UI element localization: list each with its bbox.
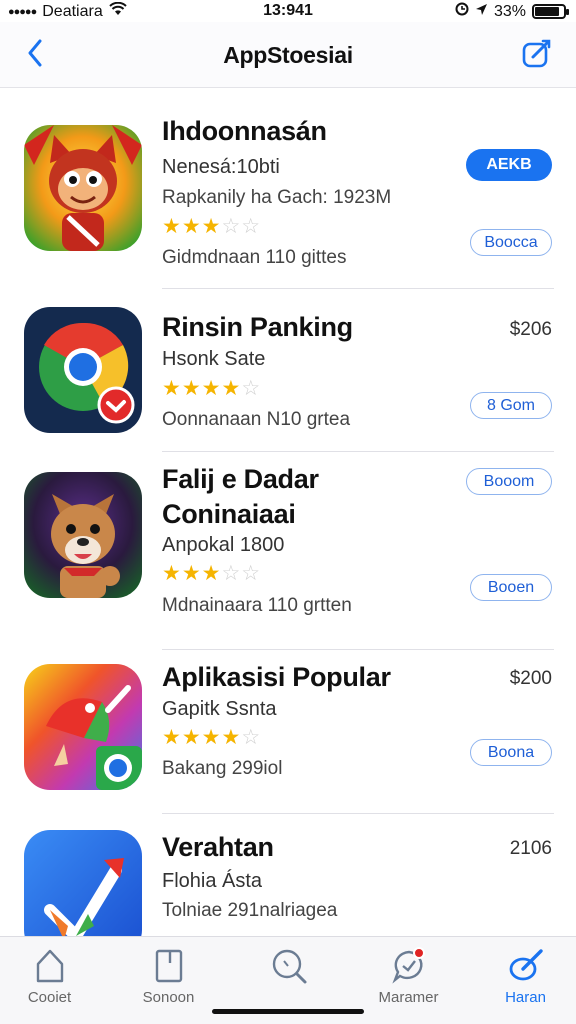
compose-icon[interactable] — [520, 36, 554, 70]
page-title: AppStoesiai — [223, 42, 353, 68]
fox-game-icon[interactable] — [24, 472, 142, 598]
app-name-line2: Coninaiaai — [162, 499, 296, 529]
alarm-icon — [455, 2, 469, 21]
monkey-game-icon[interactable] — [24, 125, 142, 251]
top-button[interactable]: Booom — [466, 468, 552, 495]
app-subtitle: Flohia Ásta — [162, 870, 263, 892]
app-meta: Rapkanily ha Gach: 1923M — [162, 187, 392, 208]
price-label: 2106 — [509, 838, 552, 859]
app-subtitle: Hsonk Sate — [162, 348, 266, 370]
tab-label: Haran — [505, 989, 546, 1006]
arrow-app-icon[interactable] — [24, 830, 142, 936]
app-meta: Bakang 299iol — [162, 758, 283, 779]
star-filled-icon: ★★★★ — [162, 377, 242, 400]
star-empty-icon: ☆☆ — [221, 562, 262, 585]
home-indicator — [212, 1009, 364, 1014]
secondary-button[interactable]: 8 Gom — [470, 392, 552, 419]
rating-stars: ★★★☆☆ — [162, 562, 261, 586]
app-name: Rinsin Panking — [162, 312, 353, 342]
tab-documents[interactable]: Sonoon — [111, 945, 226, 1006]
price-label: $206 — [509, 319, 552, 340]
tab-label: Maramer — [378, 989, 439, 1006]
app-name: Falij e Dadar — [162, 464, 319, 494]
tab-label: Cooiet — [27, 989, 72, 1006]
app-name: Verahtan — [162, 832, 274, 862]
tab-haran[interactable]: Haran — [468, 945, 576, 1006]
app-subtitle: Gapitk Ssnta — [162, 698, 277, 720]
review-count: Gidmdnaan 110 gittes — [162, 247, 347, 268]
secondary-button[interactable]: Boocca — [470, 229, 552, 256]
app-list: Ihdoonnasán Nenesá:10bti Rapkanily ha Ga… — [0, 88, 576, 936]
home-icon — [30, 945, 70, 987]
document-icon — [149, 945, 189, 987]
review-count: Oonnanaan N10 grtea — [162, 409, 351, 430]
list-item[interactable]: Verahtan Flohia Ásta Tolniae 291nalriage… — [0, 814, 576, 936]
status-right: 33% — [455, 2, 569, 21]
location-icon — [475, 3, 488, 21]
status-bar: ●●●●● Deatiara 13:941 33% — [0, 0, 576, 22]
color-bird-icon[interactable] — [24, 664, 142, 790]
tab-bar: Cooiet Sonoon Maramer Haran — [0, 936, 576, 1024]
get-button[interactable]: AEKB — [466, 149, 552, 181]
search-icon — [269, 945, 309, 987]
list-item[interactable]: Ihdoonnasán Nenesá:10bti Rapkanily ha Ga… — [0, 88, 576, 289]
app-name: Ihdoonnasán — [162, 116, 327, 146]
star-empty-icon: ☆ — [241, 726, 262, 749]
notification-badge — [412, 947, 425, 959]
star-empty-icon: ☆☆ — [221, 215, 262, 238]
tab-home[interactable]: Cooiet — [0, 945, 107, 1006]
star-filled-icon: ★★★ — [162, 215, 222, 238]
review-count: Mdnainaara 110 grtten — [162, 595, 352, 616]
app-subtitle: Nenesá:10bti — [162, 156, 280, 178]
battery-level — [535, 7, 559, 16]
secondary-button[interactable]: Booen — [470, 574, 552, 601]
star-filled-icon: ★★★ — [162, 562, 222, 585]
navigation-bar: AppStoesiai — [0, 22, 576, 88]
battery-icon — [532, 4, 569, 19]
chrome-browser-icon[interactable] — [24, 307, 142, 433]
app-meta: Tolniae 291nalriagea — [162, 900, 338, 921]
tab-search[interactable] — [231, 945, 346, 989]
tab-label: Sonoon — [142, 989, 195, 1006]
price-label: $200 — [509, 668, 552, 689]
pen-icon — [506, 945, 546, 987]
list-item[interactable]: Rinsin Panking Hsonk Sate ★★★★☆ Oonnanaa… — [0, 289, 576, 452]
tab-messages[interactable]: Maramer — [351, 945, 466, 1006]
app-subtitle: Anpokal 1800 — [162, 534, 285, 556]
star-empty-icon: ☆ — [241, 377, 262, 400]
list-item[interactable]: Aplikasisi Popular Gapitk Ssnta ★★★★☆ Ba… — [0, 650, 576, 814]
secondary-button[interactable]: Boona — [470, 739, 552, 766]
chat-icon — [389, 945, 429, 987]
list-item[interactable]: Falij e Dadar Coninaiaai Anpokal 1800 ★★… — [0, 452, 576, 650]
battery-percent: 33% — [493, 2, 526, 20]
star-filled-icon: ★★★★ — [162, 726, 242, 749]
rating-stars: ★★★★☆ — [162, 726, 261, 750]
app-name: Aplikasisi Popular — [162, 662, 391, 692]
rating-stars: ★★★★☆ — [162, 377, 261, 401]
rating-stars: ★★★☆☆ — [162, 215, 261, 239]
